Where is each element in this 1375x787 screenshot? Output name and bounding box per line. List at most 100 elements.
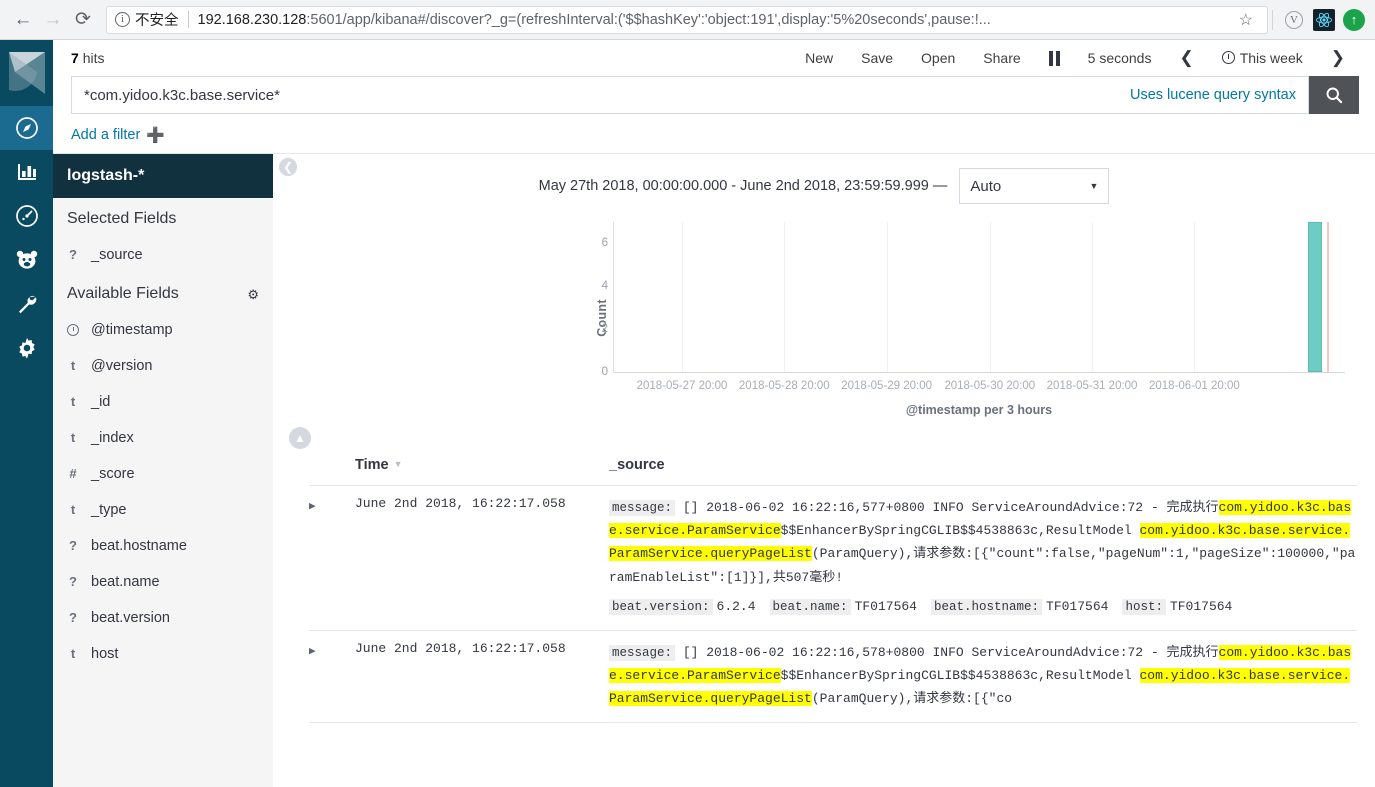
chart-gridline — [681, 222, 683, 372]
chart-gridline — [784, 222, 786, 372]
message-text: [] 2018-06-02 16:22:16,578+0800 INFO Ser… — [682, 644, 1219, 660]
dashboard-gauge-icon — [15, 205, 38, 227]
field-key: message: — [609, 644, 676, 661]
field-name: _source — [91, 246, 143, 263]
chevron-left-icon[interactable]: ❮ — [1165, 48, 1207, 68]
compass-icon — [15, 117, 38, 139]
interval-select[interactable]: Auto ▼ — [959, 168, 1110, 204]
address-bar[interactable]: i 不安全 192.168.230.128:5601/app/kibana#/d… — [106, 5, 1268, 34]
field-item-host[interactable]: t host — [53, 636, 273, 672]
document-table: Time ▼ _source ▶ June 2nd 2018, 16:22:17.0… — [273, 449, 1375, 724]
share-button[interactable]: Share — [969, 50, 1034, 66]
bookmark-star-icon[interactable]: ☆ — [1233, 10, 1259, 30]
field-item-beat-name[interactable]: ? beat.name — [53, 564, 273, 600]
field-item-beat-version[interactable]: ? beat.version — [53, 600, 273, 636]
time-range-button[interactable]: This week — [1208, 50, 1317, 66]
field-name: @timestamp — [91, 321, 173, 338]
field-type-icon: ? — [69, 574, 77, 590]
table-row[interactable]: ▶ June 2nd 2018, 16:22:17.058 message: [] … — [309, 631, 1357, 724]
field-item-_index[interactable]: t _index — [53, 420, 273, 456]
search-input[interactable] — [72, 86, 1118, 104]
lucene-syntax-hint: Uses lucene query syntax — [1129, 87, 1296, 103]
hits-label: hits — [82, 50, 105, 66]
chart-gridline — [989, 222, 991, 372]
sidebar-item-visualize[interactable] — [0, 150, 53, 194]
plus-icon: ➕ — [146, 126, 166, 144]
field-type-icon: t — [70, 646, 76, 662]
chart-bar[interactable] — [1308, 222, 1323, 372]
info-circle-icon: i — [115, 12, 130, 27]
sidebar-item-machine-learning[interactable] — [0, 238, 53, 282]
kibana-app: 7 hits New Save Open Share 5 seconds ❮ T… — [0, 40, 1375, 787]
table-row[interactable]: ▶ June 2nd 2018, 16:22:17.058 message: [] … — [309, 486, 1357, 631]
available-fields-list: @timestamp t @version t _id t _index # _score t _t… — [53, 312, 273, 672]
field-name: @version — [91, 357, 153, 374]
field-name: beat.version — [91, 609, 170, 626]
url-path: :5601/app/kibana#/discover?_g=(refreshIn… — [306, 11, 991, 28]
refresh-interval-button[interactable]: 5 seconds — [1074, 50, 1166, 66]
topnav-actions: New Save Open Share 5 seconds ❮ This wee… — [791, 48, 1359, 68]
meta-fields: beat.version: 6.2.4 beat.name: TF017564 beat… — [609, 595, 1357, 618]
query-input-wrap: Uses lucene query syntax — [71, 76, 1309, 114]
selected-fields-label: Selected Fields — [67, 210, 177, 227]
field-type-icon: ? — [69, 610, 77, 626]
open-button[interactable]: Open — [907, 50, 969, 66]
sort-desc-icon[interactable]: ▼ — [394, 459, 403, 469]
react-devtools-icon[interactable] — [1311, 7, 1337, 33]
search-button[interactable] — [1309, 76, 1359, 114]
chart-x-tick: 2018-05-28 20:00 — [738, 380, 830, 392]
field-item-_source[interactable]: ? _source — [53, 237, 273, 273]
pause-icon[interactable] — [1035, 50, 1074, 66]
field-item-beat-hostname[interactable]: ? beat.hostname — [53, 528, 273, 564]
sidebar-item-discover[interactable] — [0, 106, 53, 150]
reload-icon[interactable]: ⟳ — [68, 5, 98, 35]
vimium-icon[interactable]: V — [1281, 7, 1307, 33]
url-host: 192.168.230.128 — [197, 11, 307, 28]
index-pattern-selector[interactable]: logstash-* — [53, 154, 273, 198]
message-text: $$EnhancerBySpringCGLIB$$4538863c,Result… — [780, 668, 1140, 684]
chart-x-tick: 2018-05-30 20:00 — [944, 380, 1036, 392]
expand-row-icon[interactable]: ▶ — [309, 641, 355, 711]
sidebar-item-dev-tools[interactable] — [0, 282, 53, 326]
kibana-logo — [0, 40, 53, 106]
sidebar-item-dashboard[interactable] — [0, 194, 53, 238]
toolbar-divider — [1272, 9, 1273, 30]
chart-time-range: May 27th 2018, 00:00:00.000 - June 2nd 2… — [538, 178, 948, 194]
interval-value: Auto — [970, 177, 1002, 195]
gear-icon[interactable]: ⚙ — [247, 284, 259, 303]
field-item--version[interactable]: t @version — [53, 348, 273, 384]
hits-counter: 7 hits — [71, 50, 104, 66]
available-fields-header: Available Fields ⚙ — [53, 273, 273, 312]
field-key: message: — [609, 500, 676, 516]
field-value: TF017564 — [854, 598, 917, 614]
sidebar-item-management[interactable] — [0, 326, 53, 370]
time-range-label: This week — [1239, 50, 1303, 66]
field-type-icon: t — [70, 358, 76, 374]
field-item-_id[interactable]: t _id — [53, 384, 273, 420]
chevron-left-circle-icon[interactable]: ❮ — [279, 158, 297, 176]
chevron-right-icon[interactable]: ❯ — [1317, 48, 1359, 68]
available-fields-label: Available Fields — [67, 284, 179, 302]
url-text: 192.168.230.128:5601/app/kibana#/discove… — [198, 12, 991, 28]
field-value: TF017564 — [1046, 598, 1109, 614]
cell-source: message: [] 2018-06-02 16:22:16,577+0800… — [609, 496, 1357, 618]
field-name: host — [91, 645, 119, 662]
save-button[interactable]: Save — [847, 50, 907, 66]
expand-row-icon[interactable]: ▶ — [309, 496, 355, 618]
field-item-_score[interactable]: # _score — [53, 456, 273, 492]
field-key: host: — [1122, 598, 1166, 615]
global-nav-rail — [0, 40, 53, 787]
back-arrow-icon[interactable]: ← — [8, 5, 38, 35]
sync-extension-icon[interactable]: ↑ — [1341, 7, 1367, 33]
main-column: 7 hits New Save Open Share 5 seconds ❮ T… — [53, 40, 1375, 787]
new-button[interactable]: New — [791, 50, 847, 66]
chart-plot-area[interactable]: 0 2 4 6 2018-05-27 20:00 2018-05-28 20:00 2018… — [602, 222, 1345, 392]
field-name: _score — [91, 465, 135, 482]
add-filter-button[interactable]: Add a filter ➕ — [71, 126, 165, 144]
table-body: ▶ June 2nd 2018, 16:22:17.058 message: [] … — [309, 486, 1357, 724]
column-header-time[interactable]: Time ▼ — [309, 457, 609, 473]
field-name: beat.hostname — [91, 537, 187, 554]
chevron-up-circle-icon[interactable]: ▲ — [289, 427, 311, 449]
field-item--timestamp[interactable]: @timestamp — [53, 312, 273, 348]
field-item-_type[interactable]: t _type — [53, 492, 273, 528]
